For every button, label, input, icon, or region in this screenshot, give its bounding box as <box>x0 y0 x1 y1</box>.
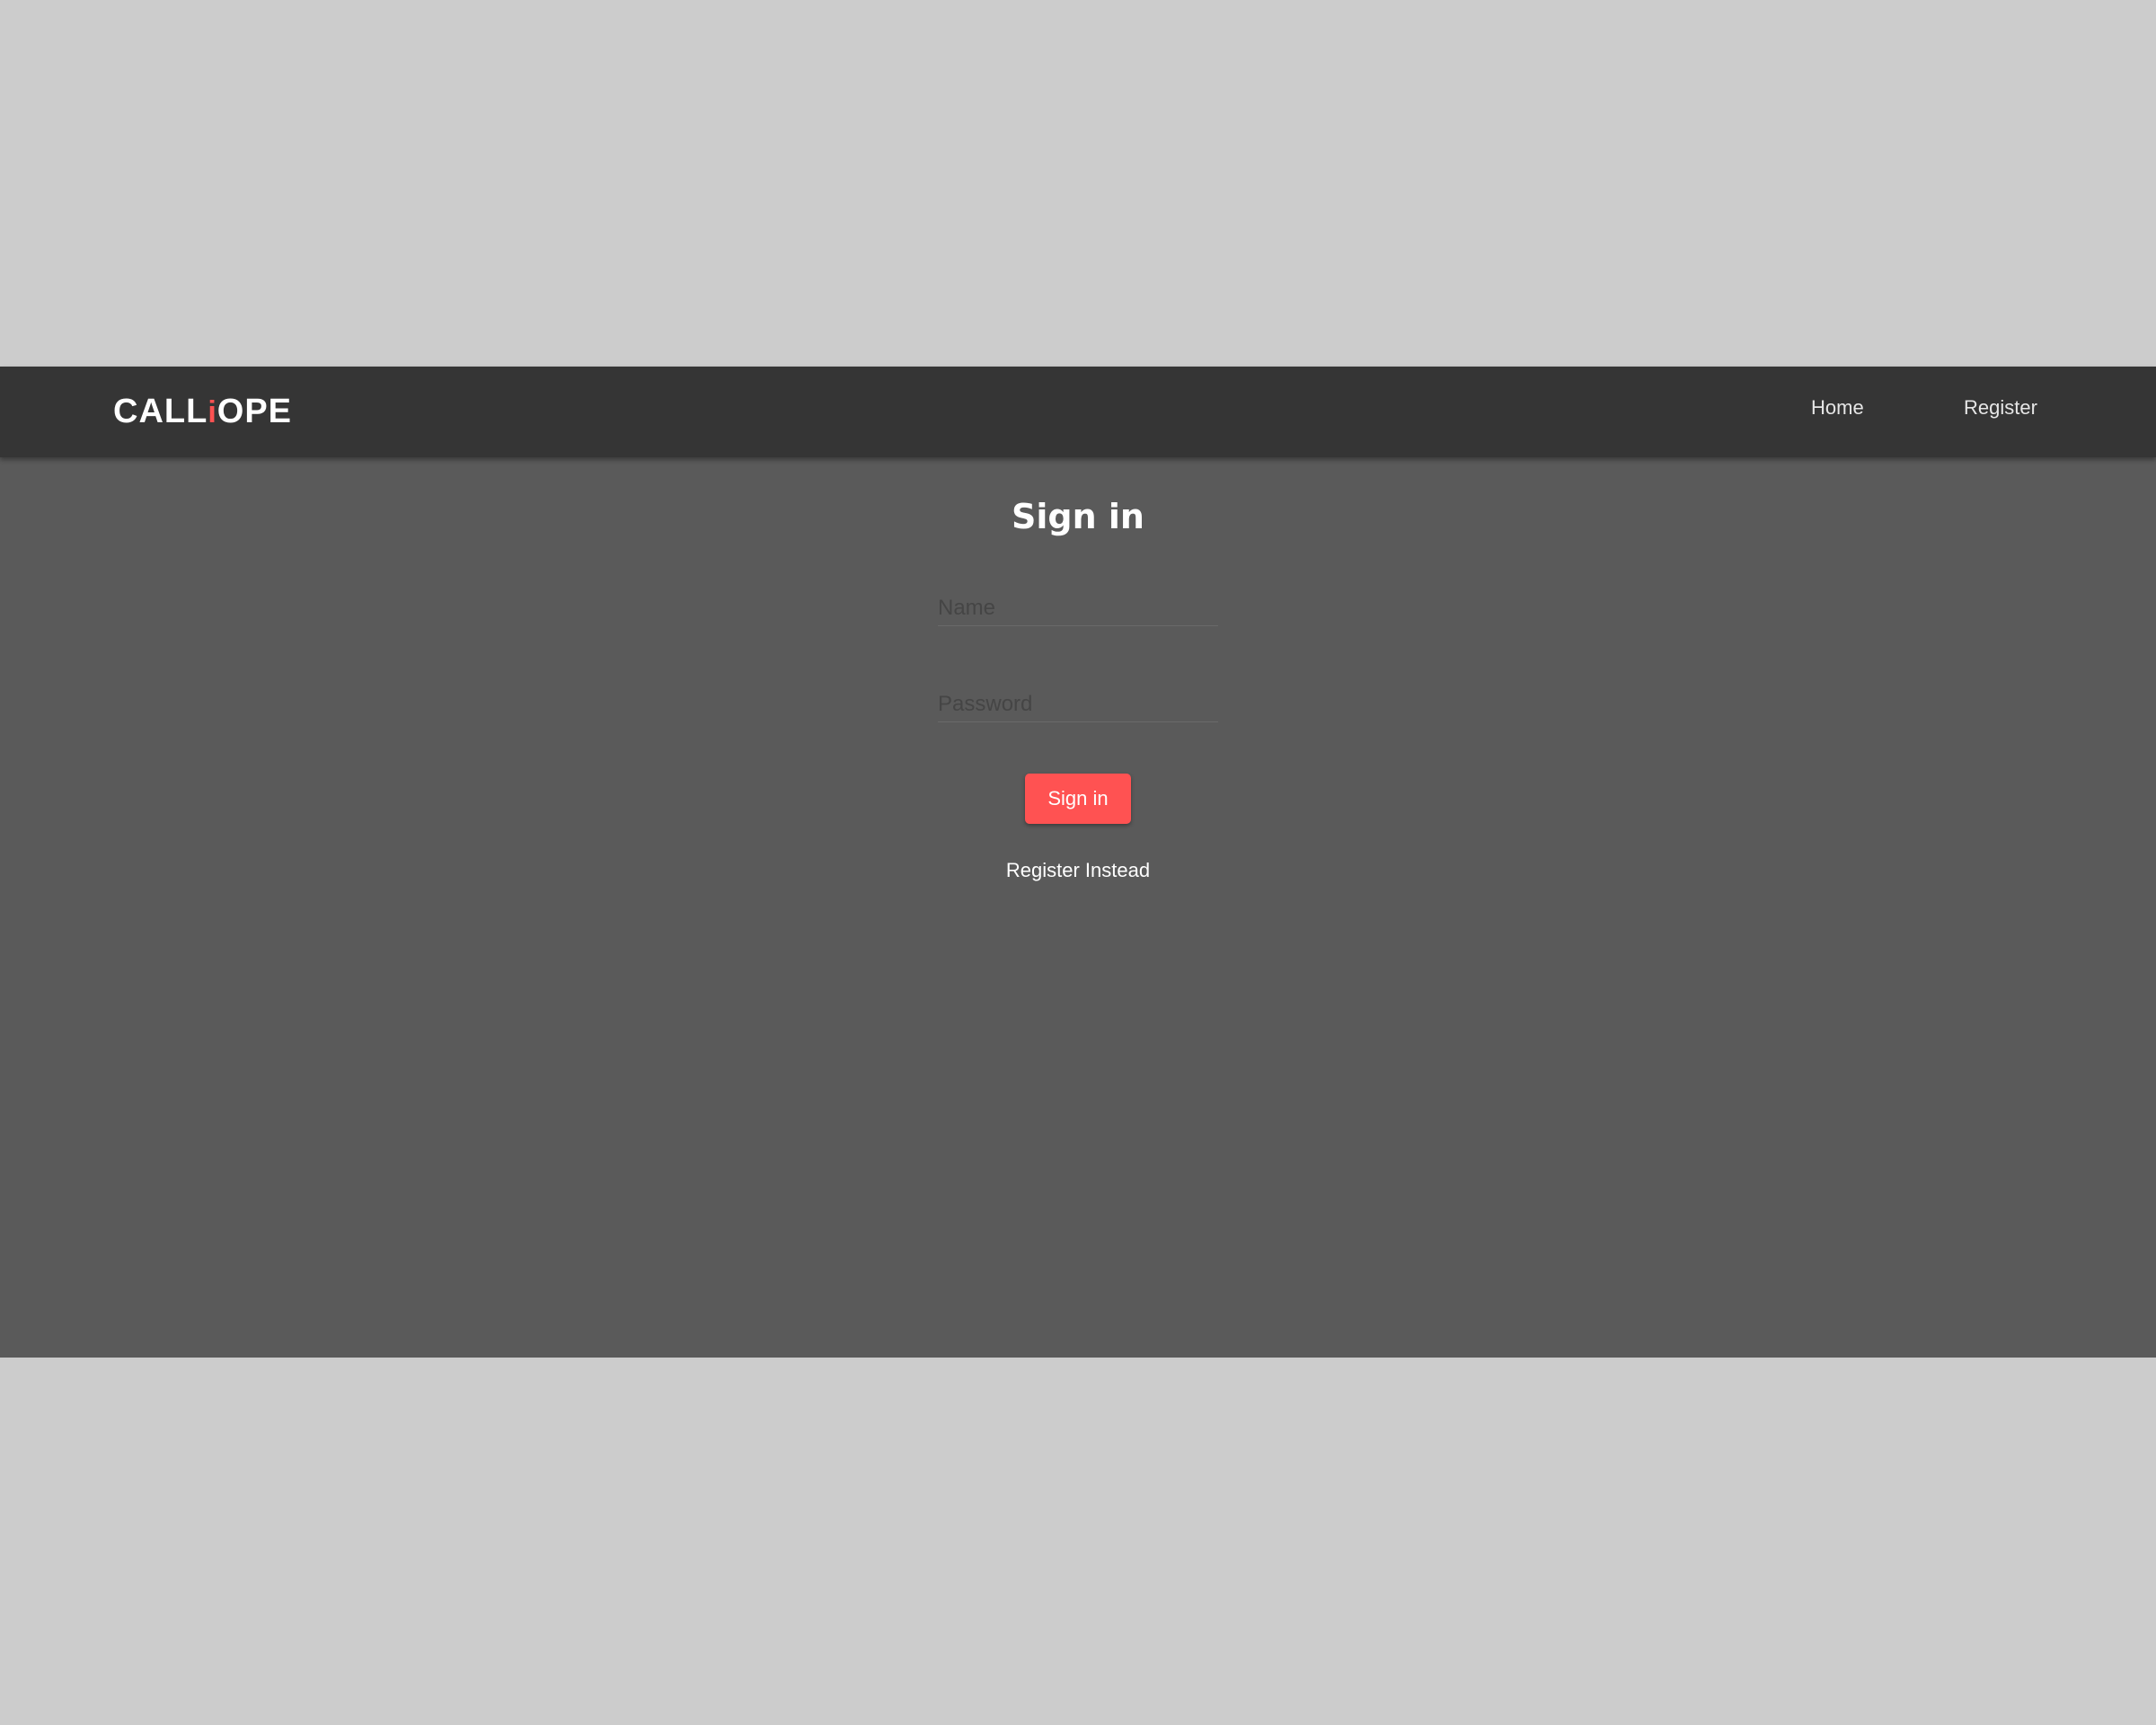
sign-in-button[interactable]: Sign in <box>1025 774 1131 824</box>
page-title: Sign in <box>1012 497 1144 536</box>
nav-register-link[interactable]: Register <box>1964 394 2037 421</box>
brand-suffix: OPE <box>216 393 293 430</box>
register-instead-row: Register Instead <box>0 857 2156 884</box>
nav-home-link[interactable]: Home <box>1811 394 1864 421</box>
brand-accent: i <box>208 395 217 429</box>
password-input[interactable] <box>938 686 1218 722</box>
navbar: CALLiOPE Home Register <box>0 367 2156 457</box>
brand-logo[interactable]: CALLiOPE <box>113 391 292 433</box>
app-frame: CALLiOPE Home Register Sign in Sign in R… <box>0 367 2156 1358</box>
register-instead-link[interactable]: Register Instead <box>1006 859 1150 881</box>
name-input[interactable] <box>938 590 1218 626</box>
brand-prefix: CALL <box>113 393 208 430</box>
